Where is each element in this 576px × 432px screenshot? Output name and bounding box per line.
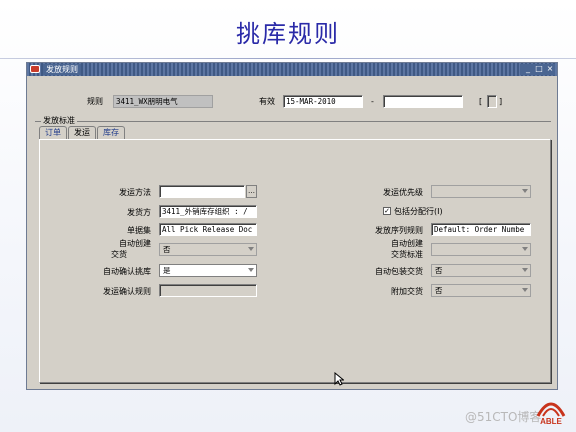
criteria-group-line [35,121,551,122]
document-set-field[interactable]: All Pick Release Doc [159,223,257,236]
bracket-right: ] [499,97,503,106]
auto-pack-delivery-dropdown[interactable]: 否 [431,264,531,277]
rule-label: 规则 [87,97,103,106]
append-deliveries-dropdown[interactable]: 否 [431,284,531,297]
auto-create-delivery-value: 否 [163,245,171,254]
chevron-down-icon [522,268,528,272]
oracle-app-icon [30,65,40,73]
include-backorders-label: 包括分配行(I) [394,207,443,216]
descriptive-flexfield[interactable] [487,95,497,108]
ship-method-lov-button[interactable]: … [246,185,257,198]
ship-from-label: 发货方 [127,208,151,217]
release-sequence-rule-label: 发放序列规则 [375,226,423,235]
auto-create-criteria-dropdown[interactable] [431,243,531,256]
ship-confirm-rule-field[interactable] [159,284,257,297]
append-deliveries-value: 否 [435,286,443,295]
window-title: 发放规则 [43,64,81,75]
auto-create-delivery-label-1: 自动创建 [119,239,151,248]
slide-title: 挑库规则 [236,20,340,48]
maximize-icon[interactable]: □ [534,64,544,74]
auto-create-delivery-dropdown[interactable]: 否 [159,243,257,256]
auto-pick-confirm-label: 自动确认挑库 [103,267,151,276]
mouse-pointer-icon [334,372,344,386]
release-rules-window: 发放规则 _ □ × 规则 3411_WX朋明电气 有效 15-MAR-2010… [26,62,558,390]
shipping-tab-panel [39,139,551,383]
chevron-down-icon [522,189,528,193]
ship-from-field[interactable]: 3411_外销库存组织 : / [159,205,257,218]
auto-pack-delivery-value: 否 [435,266,443,275]
criteria-tabs: 订单 发运 库存 [39,126,126,139]
auto-create-criteria-label-2: 交货标准 [391,250,423,259]
release-sequence-rule-field[interactable]: Default: Order Numbe [431,223,531,236]
auto-pack-delivery-label: 自动包装交货 [375,267,423,276]
slide-divider [0,58,576,59]
ship-method-label: 发运方法 [119,188,151,197]
ship-priority-label: 发运优先级 [383,188,423,197]
tab-inventory[interactable]: 库存 [97,126,125,139]
chevron-down-icon [248,268,254,272]
ship-priority-dropdown[interactable] [431,185,531,198]
able-logo: ABLE [536,402,566,426]
date-separator: - [371,97,374,106]
tab-order[interactable]: 订单 [39,126,67,139]
include-backorders-checkbox[interactable]: ✓ [383,207,391,215]
effective-label: 有效 [259,97,275,106]
chevron-down-icon [522,247,528,251]
window-titlebar[interactable]: 发放规则 _ □ × [27,63,557,76]
tab-shipping[interactable]: 发运 [68,126,96,139]
document-set-label: 单据集 [127,226,151,235]
auto-create-delivery-label-2: 交货 [111,250,127,259]
bracket-left: [ [479,97,483,106]
effective-from-field[interactable]: 15-MAR-2010 [283,95,363,108]
minimize-icon[interactable]: _ [523,64,533,74]
effective-to-field[interactable] [383,95,463,108]
criteria-group-label: 发放标准 [41,115,77,126]
auto-create-criteria-label-1: 自动创建 [391,239,423,248]
append-deliveries-label: 附加交货 [391,287,423,296]
chevron-down-icon [522,288,528,292]
close-icon[interactable]: × [545,64,555,74]
ship-confirm-rule-label: 发运确认规则 [103,287,151,296]
auto-pick-confirm-value: 是 [163,266,171,275]
chevron-down-icon [248,247,254,251]
rule-name-field[interactable]: 3411_WX朋明电气 [113,95,213,108]
ship-method-field[interactable] [159,185,245,198]
auto-pick-confirm-dropdown[interactable]: 是 [159,264,257,277]
logo-text: ABLE [540,417,562,426]
